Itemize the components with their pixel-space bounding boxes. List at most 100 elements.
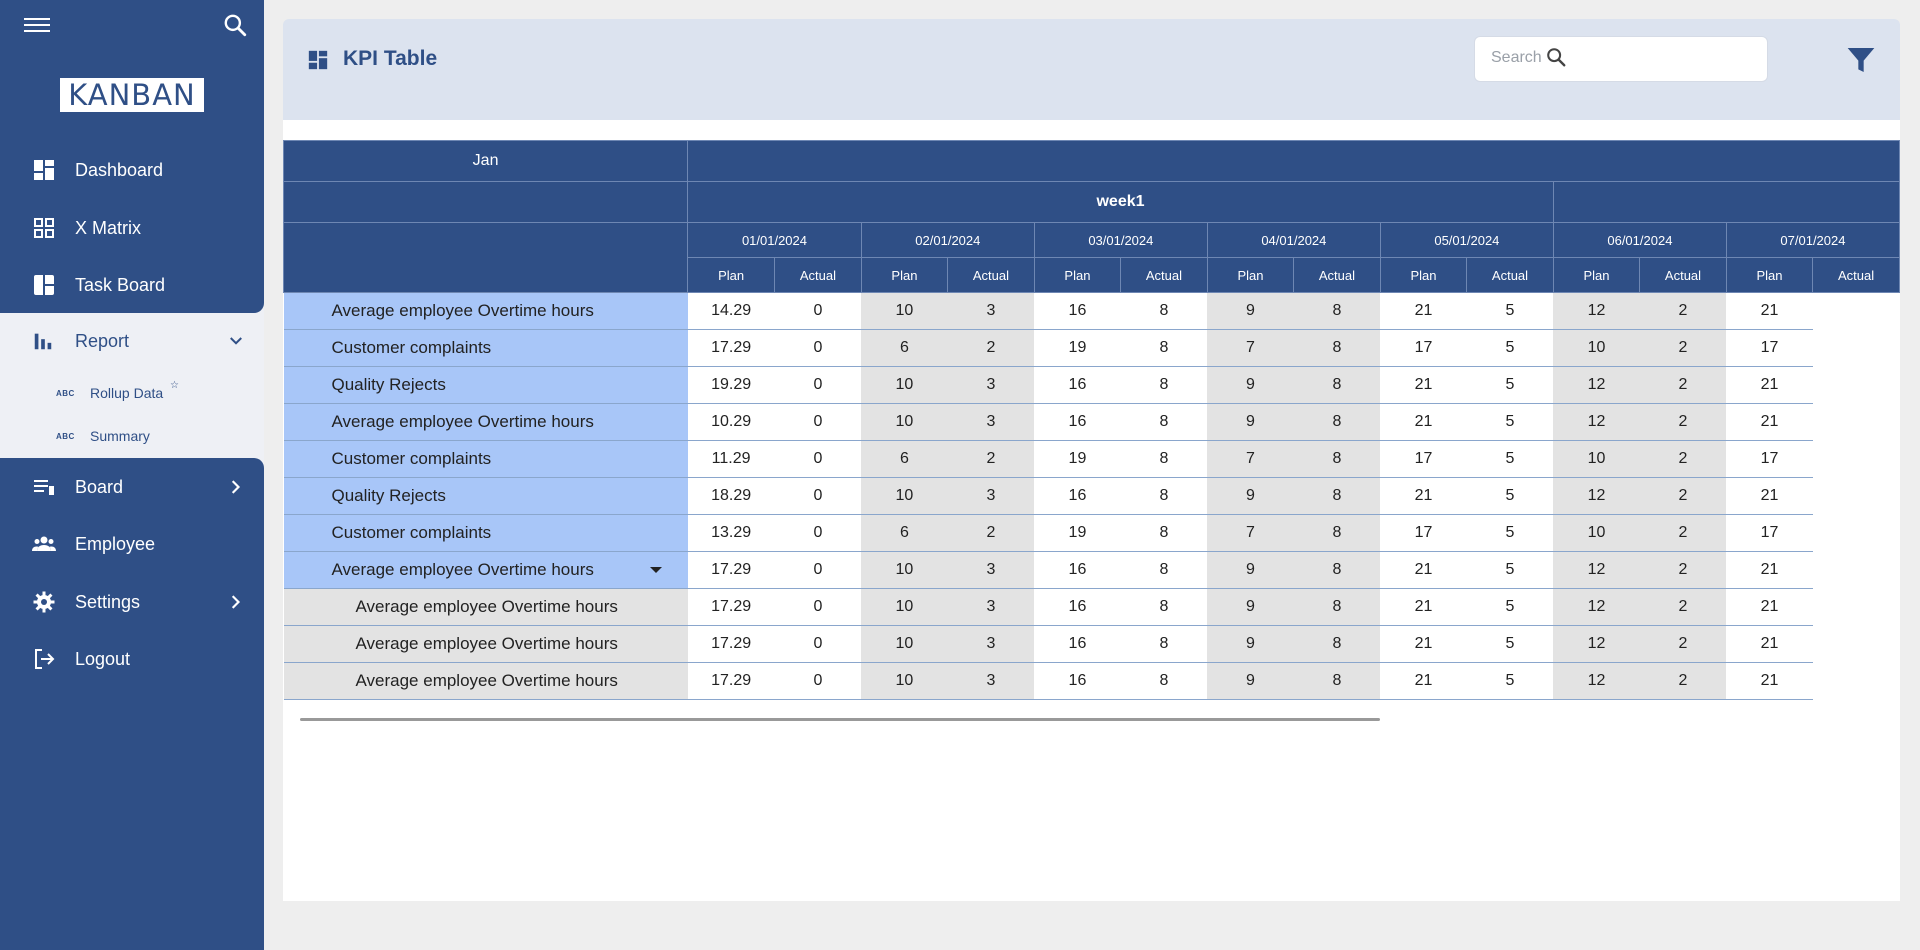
week-header: week1: [687, 181, 1554, 223]
plan-cell: 9: [1207, 551, 1294, 589]
actual-cell: 3: [947, 366, 1035, 404]
table-row[interactable]: Average employee Overtime hours 17.29 0 10 3…: [283, 662, 1900, 700]
nav-report[interactable]: Report: [6, 313, 264, 369]
actual-cell: 8: [1293, 551, 1381, 589]
plan-cell: 12: [1553, 477, 1640, 515]
search-icon[interactable]: [222, 12, 248, 38]
actual-header: Actual: [1639, 257, 1727, 293]
expand-caret-icon[interactable]: [649, 567, 662, 573]
chevron-down-icon[interactable]: [227, 332, 245, 350]
actual-cell: 3: [947, 551, 1035, 589]
nav-dashboard[interactable]: Dashboard: [0, 142, 264, 198]
table-row[interactable]: Average employee Overtime hours 17.29 0 10 3…: [283, 551, 1900, 589]
plan-cell: 7: [1207, 514, 1294, 552]
plan-cell: 21: [1726, 403, 1813, 441]
plan-cell: 10: [861, 477, 948, 515]
horizontal-scrollbar[interactable]: [300, 718, 1380, 721]
table-row[interactable]: Average employee Overtime hours 14.29 0 10 3…: [283, 292, 1900, 330]
actual-cell: 8: [1120, 366, 1208, 404]
search-input[interactable]: [1489, 48, 1723, 68]
actual-cell: 8: [1293, 588, 1381, 626]
actual-cell: 0: [774, 440, 862, 478]
actual-header: Actual: [1120, 257, 1208, 293]
actual-header: Actual: [1812, 257, 1900, 293]
nav-logout-label: Logout: [75, 648, 131, 669]
plan-cell: 9: [1207, 403, 1294, 441]
hamburger-menu-icon[interactable]: [24, 14, 50, 34]
table-row[interactable]: Quality Rejects 18.29 0 10 3 16 8 9 8 21 5 12 2 21: [283, 477, 1900, 515]
date-header: 07/01/2024: [1725, 222, 1900, 258]
kpi-name: Average employee Overtime hours: [331, 301, 594, 320]
plan-cell: 16: [1034, 662, 1121, 700]
actual-header: Actual: [1293, 257, 1381, 293]
plan-cell: 7: [1207, 329, 1294, 367]
plan-cell: 16: [1034, 477, 1121, 515]
nav-employee-label: Employee: [75, 533, 156, 554]
plan-cell: 21: [1726, 662, 1813, 700]
actual-cell: 0: [774, 514, 862, 552]
plan-cell: 9: [1207, 588, 1294, 626]
nav-report-label: Report: [75, 331, 130, 351]
nav-settings[interactable]: Settings: [0, 574, 264, 630]
table-row[interactable]: Average employee Overtime hours 10.29 0 10 3…: [283, 403, 1900, 441]
actual-cell: 8: [1293, 625, 1381, 663]
nav-employee[interactable]: Employee: [0, 516, 264, 572]
nav-rollup-data[interactable]: ABC Rollup Data ☆: [6, 374, 264, 410]
date-header: 05/01/2024: [1379, 222, 1554, 258]
nav-board[interactable]: Board: [0, 459, 264, 515]
actual-cell: 2: [1639, 625, 1727, 663]
nav-logout[interactable]: Logout: [0, 631, 264, 687]
actual-cell: 0: [774, 588, 862, 626]
date-header: 01/01/2024: [687, 222, 862, 258]
search-field[interactable]: [1474, 36, 1768, 82]
kpi-name-cell: Average employee Overtime hours: [283, 292, 688, 330]
filter-icon[interactable]: [1844, 44, 1878, 76]
plan-cell: 17.29: [687, 551, 775, 589]
actual-cell: 2: [947, 329, 1035, 367]
kpi-name-cell: Average employee Overtime hours: [283, 662, 688, 700]
plan-cell: 17: [1380, 440, 1467, 478]
search-icon[interactable]: [1545, 46, 1567, 68]
date-header: 03/01/2024: [1033, 222, 1208, 258]
plan-cell: 16: [1034, 551, 1121, 589]
nav-settings-label: Settings: [75, 591, 141, 612]
table-row[interactable]: Customer complaints 11.29 0 6 2 19 8 7 8 17 5 10 2 17: [283, 440, 1900, 478]
report-section: Report ABC Rollup Data ☆ ABC Summary: [6, 313, 264, 458]
actual-cell: 8: [1293, 292, 1381, 330]
kpi-table-panel: Jan week1 01/01/2024 02/01/2024 03/01/2024…: [283, 120, 1900, 901]
plan-cell: 12: [1553, 366, 1640, 404]
star-icon[interactable]: ☆: [170, 380, 179, 391]
actual-cell: 8: [1120, 662, 1208, 700]
actual-cell: 5: [1466, 440, 1554, 478]
nav-summary[interactable]: ABC Summary: [6, 417, 264, 453]
plan-cell: 12: [1553, 662, 1640, 700]
table-row[interactable]: Customer complaints 13.29 0 6 2 19 8 7 8 17 5 10 2 17: [283, 514, 1900, 552]
plan-cell: 12: [1553, 403, 1640, 441]
date-header: 04/01/2024: [1206, 222, 1381, 258]
table-row[interactable]: Average employee Overtime hours 17.29 0 10 3…: [283, 625, 1900, 663]
plan-cell: 9: [1207, 477, 1294, 515]
actual-cell: 2: [1639, 440, 1727, 478]
actual-cell: 8: [1120, 551, 1208, 589]
table-row[interactable]: Quality Rejects 19.29 0 10 3 16 8 9 8 21 5 12 2 21: [283, 366, 1900, 404]
plan-cell: 16: [1034, 366, 1121, 404]
abc-icon: ABC: [56, 389, 75, 398]
plan-cell: 19.29: [687, 366, 775, 404]
plan-cell: 6: [861, 329, 948, 367]
plan-header: Plan: [860, 257, 949, 293]
date-header: 06/01/2024: [1552, 222, 1727, 258]
nav-task-board[interactable]: Task Board: [0, 257, 264, 313]
table-row[interactable]: Customer complaints 17.29 0 6 2 19 8 7 8 17 5 10 2 17: [283, 329, 1900, 367]
plan-cell: 21: [1380, 366, 1467, 404]
plan-cell: 17: [1380, 329, 1467, 367]
table-row[interactable]: Average employee Overtime hours 17.29 0 10 3…: [283, 588, 1900, 626]
actual-header: Actual: [947, 257, 1035, 293]
nav-x-matrix-label: X Matrix: [75, 217, 142, 238]
actual-cell: 0: [774, 292, 862, 330]
actual-cell: 5: [1466, 366, 1554, 404]
kpi-name: Quality Rejects: [331, 486, 446, 505]
actual-header: Actual: [1466, 257, 1554, 293]
actual-cell: 5: [1466, 551, 1554, 589]
nav-x-matrix[interactable]: X Matrix: [0, 200, 264, 256]
plan-cell: 21: [1380, 403, 1467, 441]
